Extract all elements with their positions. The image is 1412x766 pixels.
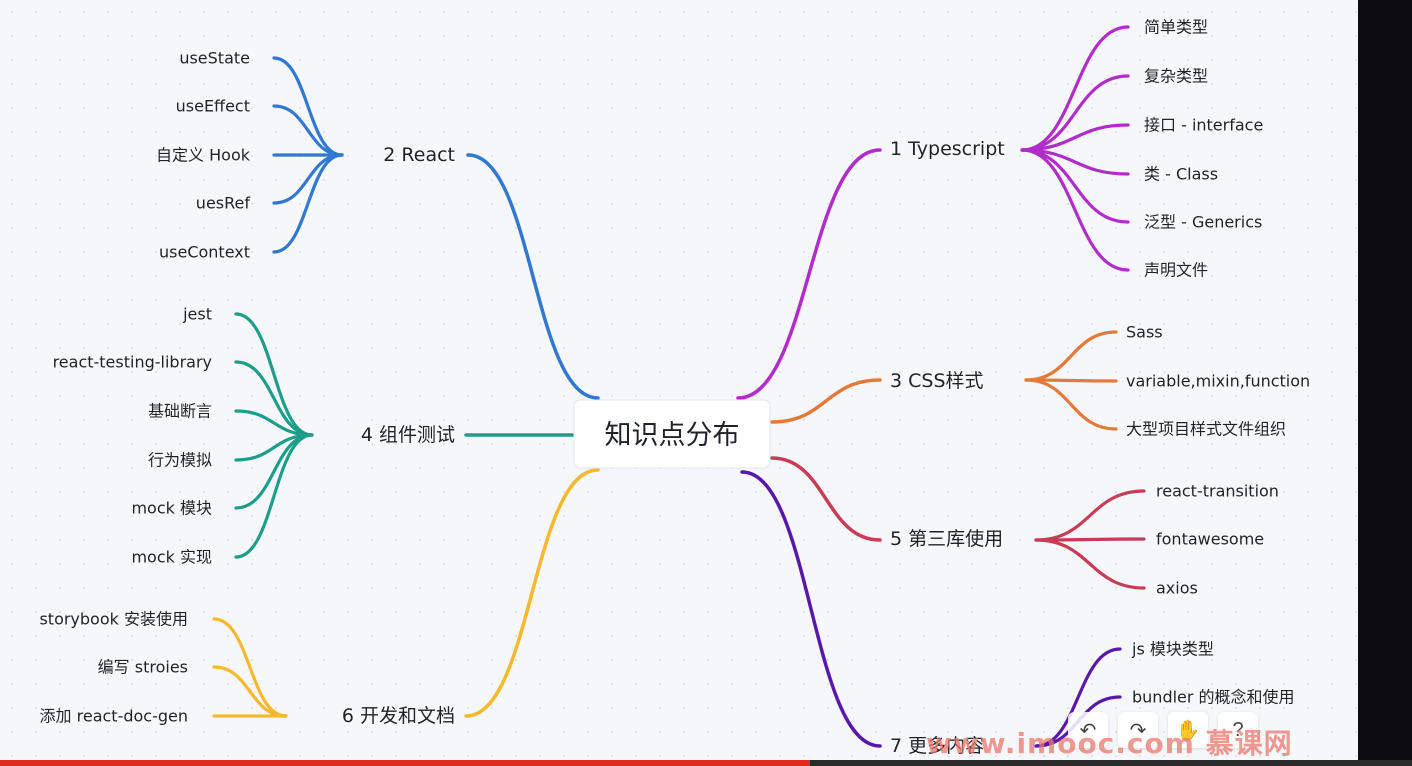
leaf-node-label[interactable]: uesRef xyxy=(196,194,251,213)
leaf-node-label[interactable]: 类 - Class xyxy=(1144,165,1218,184)
leaf-node-label[interactable]: mock 模块 xyxy=(131,499,212,518)
video-progress-bar[interactable] xyxy=(0,760,1412,766)
leaf-connector xyxy=(272,104,344,157)
video-progress-fill xyxy=(0,760,810,766)
branch-node-label[interactable]: 4 组件测试 xyxy=(361,424,455,446)
leaf-node-label[interactable]: 接口 - interface xyxy=(1144,116,1263,135)
leaf-node-label[interactable]: useContext xyxy=(159,243,250,262)
window-edge xyxy=(1358,0,1412,766)
branch-node-label[interactable]: 1 Typescript xyxy=(890,138,1005,160)
branch-connector xyxy=(466,153,600,400)
leaf-node-label[interactable]: 泛型 - Generics xyxy=(1144,213,1262,232)
leaf-node-label[interactable]: variable,mixin,function xyxy=(1126,372,1310,391)
leaf-node-label[interactable]: 自定义 Hook xyxy=(156,146,251,165)
branch-connector xyxy=(464,468,600,718)
leaf-connector xyxy=(272,153,344,254)
leaf-connector xyxy=(234,312,314,437)
leaf-node-label[interactable]: react-transition xyxy=(1156,482,1279,501)
leaf-node-label[interactable]: jest xyxy=(182,305,212,324)
leaf-connector xyxy=(1034,489,1146,542)
leaf-node-label[interactable]: 声明文件 xyxy=(1144,261,1208,280)
leaf-connector xyxy=(212,665,288,718)
root-node[interactable]: 知识点分布 xyxy=(573,399,771,469)
branch-connector xyxy=(740,470,882,748)
leaf-node-label[interactable]: axios xyxy=(1156,579,1198,598)
leaf-node-label[interactable]: Sass xyxy=(1126,323,1163,342)
leaf-node-label[interactable]: 基础断言 xyxy=(148,402,212,421)
leaf-connector xyxy=(272,153,344,205)
leaf-node-label[interactable]: 大型项目样式文件组织 xyxy=(1126,420,1286,439)
leaf-connector xyxy=(1034,538,1146,590)
leaf-node-label[interactable]: fontawesome xyxy=(1156,530,1264,549)
branch-node-label[interactable]: 3 CSS样式 xyxy=(890,370,984,392)
leaf-connector xyxy=(234,433,314,559)
leaf-connector xyxy=(1020,25,1130,152)
leaf-node-label[interactable]: bundler 的概念和使用 xyxy=(1132,688,1295,707)
mindmap-canvas[interactable]: 1 Typescript 简单类型复杂类型接口 - interface 类 - Cl… xyxy=(0,0,1412,766)
leaf-node-label[interactable]: 添加 react-doc-gen xyxy=(40,707,188,726)
leaf-connector xyxy=(1034,537,1146,542)
leaf-connector xyxy=(1020,148,1130,272)
root-label: 知识点分布 xyxy=(605,420,740,451)
branch-node-label[interactable]: 2 React xyxy=(383,144,455,166)
leaf-node-label[interactable]: 编写 stroies xyxy=(98,658,188,677)
branch-connector xyxy=(770,378,882,424)
leaf-node-label[interactable]: storybook 安装使用 xyxy=(39,610,188,629)
leaf-node-label[interactable]: 行为模拟 xyxy=(148,451,212,470)
leaf-node-label[interactable]: 复杂类型 xyxy=(1144,67,1208,86)
leaf-node-label[interactable]: useEffect xyxy=(176,97,250,116)
branch-node-label[interactable]: 5 第三库使用 xyxy=(890,528,1003,550)
leaf-connector xyxy=(1024,378,1118,431)
leaf-node-label[interactable]: react-testing-library xyxy=(53,353,212,372)
leaf-node-label[interactable]: 简单类型 xyxy=(1144,18,1208,37)
leaf-node-label[interactable]: js 模块类型 xyxy=(1131,640,1214,659)
branch-connector xyxy=(736,148,882,400)
leaf-node-label[interactable]: mock 实现 xyxy=(131,548,212,567)
leaf-node-label[interactable]: useState xyxy=(179,49,250,68)
leaf-connector xyxy=(1024,330,1118,382)
branch-node-label[interactable]: 6 开发和文档 xyxy=(342,705,455,727)
watermark: www.imooc.com 慕课网 xyxy=(926,727,1293,760)
